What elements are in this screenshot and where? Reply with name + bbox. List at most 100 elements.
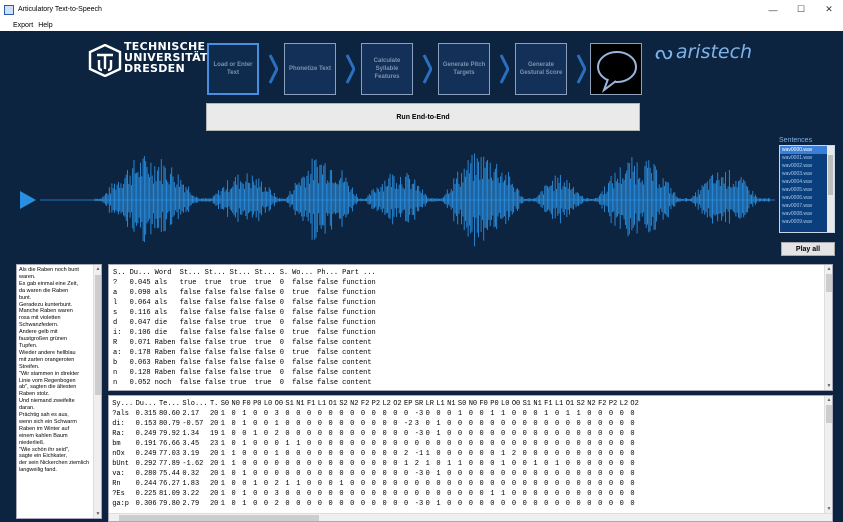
- table-row[interactable]: a: 0.178 Raben false false false false 0 true fal…: [111, 348, 378, 358]
- column-header[interactable]: St...: [203, 268, 228, 278]
- column-header[interactable]: N1: [446, 399, 457, 409]
- minimize-button[interactable]: —: [759, 0, 787, 19]
- phonetize-text-button[interactable]: Phonetize Text: [284, 43, 336, 95]
- table-row[interactable]: di: 0.153 80.79 -0.57 20 1 0 1 0 0 1 0 0 0 0 0 0 0 0 0 0 0 -2 3…: [111, 419, 640, 429]
- column-header[interactable]: St...: [228, 268, 253, 278]
- table-row[interactable]: Rn 0.244 76.27 1.83 20 1 0 0 1 0 2 1 1 0 0 0 1 0 0 0 0 0 0 0 0 0 0…: [111, 479, 640, 489]
- sentence-item[interactable]: wav0009.wav: [780, 218, 834, 226]
- close-button[interactable]: ✕: [815, 0, 843, 19]
- syllables-hscrollbar[interactable]: [109, 513, 832, 521]
- sentence-item[interactable]: wav0002.wav: [780, 162, 834, 170]
- table-row[interactable]: s 0.116 als false false false false 0 false false…: [111, 308, 378, 318]
- play-all-button[interactable]: Play all: [781, 242, 835, 256]
- table-row[interactable]: nOx 0.249 77.03 3.19 20 1 1 0 0 0 1 0 0 0 0 0 0 0 0 0 0 0 2 -1 1…: [111, 449, 640, 459]
- column-header[interactable]: Du...: [128, 268, 153, 278]
- table-row[interactable]: ?Es 0.225 81.09 3.22 20 1 0 1 0 0 3 0 0 0 0 0 0 0 0 0 0 0 0 0 0 0…: [111, 489, 640, 499]
- sentence-item[interactable]: wav0005.wav: [780, 186, 834, 194]
- column-header[interactable]: Word: [153, 268, 178, 278]
- column-header[interactable]: LR: [424, 399, 435, 409]
- scroll-down-icon[interactable]: ▼: [825, 505, 832, 513]
- column-header[interactable]: F2: [360, 399, 371, 409]
- column-header[interactable]: S1: [521, 399, 532, 409]
- table-row[interactable]: d 0.047 die false false true true 0 false false fu…: [111, 318, 378, 328]
- column-header[interactable]: F1: [306, 399, 317, 409]
- sentence-item[interactable]: wav0003.wav: [780, 170, 834, 178]
- column-header[interactable]: N1: [532, 399, 543, 409]
- column-header[interactable]: S0: [457, 399, 468, 409]
- column-header[interactable]: P0: [252, 399, 263, 409]
- scroll-up-icon[interactable]: ▲: [825, 396, 832, 404]
- column-header[interactable]: L1: [317, 399, 328, 409]
- column-header[interactable]: P2: [608, 399, 619, 409]
- synthesize-speech-button[interactable]: [590, 43, 642, 95]
- table-row[interactable]: ?als 0.315 80.60 2.17 20 1 0 1 0 0 3 0 0 0 0 0 0 0 0 0 0 0 0 -3…: [111, 409, 640, 419]
- table-row[interactable]: b 0.063 Raben false false false false 0 false fal…: [111, 358, 378, 368]
- table-row[interactable]: bm 0.191 76.66 3.45 23 1 0 1 0 0 0 1 1 0 0 0 0 0 0 0 0 0 0 0 0 0 0…: [111, 439, 640, 449]
- column-header[interactable]: L1: [554, 399, 565, 409]
- table-row[interactable]: Ra: 0.249 79.92 1.34 19 1 0 0 1 0 2 0 0 0 0 0 0 0 0 0 0 0 0 -3 0…: [111, 429, 640, 439]
- column-header[interactable]: N0: [468, 399, 479, 409]
- column-header[interactable]: L2: [618, 399, 629, 409]
- column-header[interactable]: Du...: [134, 399, 157, 409]
- column-header[interactable]: O0: [273, 399, 284, 409]
- column-header[interactable]: S..: [111, 268, 128, 278]
- input-text-panel[interactable]: Als die Raben noch bunt waren. Es gab einm…: [16, 264, 102, 519]
- column-header[interactable]: F0: [478, 399, 489, 409]
- menu-export[interactable]: Export: [13, 22, 33, 29]
- generate-pitch-targets-button[interactable]: Generate Pitch Targets: [438, 43, 490, 95]
- syllables-scrollbar[interactable]: ▲ ▼: [824, 396, 832, 513]
- column-header[interactable]: EP: [403, 399, 414, 409]
- sentence-item[interactable]: wav0000.wav: [780, 146, 834, 154]
- column-header[interactable]: Part ...: [340, 268, 378, 278]
- table-row[interactable]: R 0.071 Raben false false true true 0 false false…: [111, 338, 378, 348]
- column-header[interactable]: N0: [230, 399, 241, 409]
- column-header[interactable]: St...: [178, 268, 203, 278]
- column-header[interactable]: Ph...: [315, 268, 340, 278]
- column-header[interactable]: O2: [629, 399, 640, 409]
- sentence-item[interactable]: wav0006.wav: [780, 194, 834, 202]
- column-header[interactable]: Sy...: [111, 399, 134, 409]
- sentence-item[interactable]: wav0004.wav: [780, 178, 834, 186]
- table-row[interactable]: n 0.052 noch false false true true 0 false false c…: [111, 378, 378, 388]
- sentence-item[interactable]: wav0007.wav: [780, 202, 834, 210]
- menu-help[interactable]: Help: [38, 22, 52, 29]
- column-header[interactable]: S0: [220, 399, 231, 409]
- column-header[interactable]: SR: [414, 399, 425, 409]
- column-header[interactable]: P0: [489, 399, 500, 409]
- column-header[interactable]: F2: [597, 399, 608, 409]
- column-header[interactable]: St...: [253, 268, 278, 278]
- table-row[interactable]: ? 0.045 als true true true true 0 false false func…: [111, 278, 378, 288]
- input-text-body[interactable]: Als die Raben noch bunt waren. Es gab einm…: [19, 267, 93, 474]
- table-row[interactable]: n 0.128 Raben false false false true 0 false fals…: [111, 368, 378, 378]
- column-header[interactable]: O1: [565, 399, 576, 409]
- load-text-button[interactable]: Load or Enter Text: [207, 43, 259, 95]
- table-row[interactable]: ga:p 0.306 79.80 2.79 20 1 0 1 0 0 2 0 0 0 0 0 0 0 0 0 0 0 0 -3…: [111, 499, 640, 509]
- sentences-scrollbar[interactable]: [827, 146, 834, 232]
- column-header[interactable]: F0: [241, 399, 252, 409]
- column-header[interactable]: Te...: [158, 399, 181, 409]
- sentence-item[interactable]: wav0001.wav: [780, 154, 834, 162]
- column-header[interactable]: Wo...: [290, 268, 315, 278]
- column-header[interactable]: L2: [381, 399, 392, 409]
- column-header[interactable]: P2: [370, 399, 381, 409]
- maximize-button[interactable]: ☐: [787, 0, 815, 19]
- scrollbar-thumb[interactable]: [826, 405, 832, 423]
- table-row[interactable]: i: 0.106 die false false false false 0 true false…: [111, 328, 378, 338]
- scrollbar-thumb[interactable]: [826, 274, 832, 292]
- table-row[interactable]: bUnt 0.292 77.89 -1.62 20 1 1 0 0 0 0 0 0 0 0 0 0 0 0 0 0 0 1 2…: [111, 459, 640, 469]
- scrollbar-thumb[interactable]: [95, 275, 101, 395]
- calc-syllable-features-button[interactable]: Calculate Syllable Features: [361, 43, 413, 95]
- column-header[interactable]: N2: [586, 399, 597, 409]
- table-row[interactable]: a 0.090 als false false false false 0 true false f…: [111, 288, 378, 298]
- text-scrollbar[interactable]: ▲ ▼: [93, 265, 101, 518]
- waveform-display[interactable]: [0, 143, 775, 258]
- scrollbar-thumb[interactable]: [119, 515, 319, 521]
- column-header[interactable]: L0: [263, 399, 274, 409]
- column-header[interactable]: S.: [278, 268, 290, 278]
- table-row[interactable]: va: 0.280 75.44 0.32 20 1 0 1 0 0 0 0 0 0 0 0 0 0 0 0 0 0 0 -3 0…: [111, 469, 640, 479]
- column-header[interactable]: F1: [543, 399, 554, 409]
- generate-gestural-score-button[interactable]: Generate Gestural Score: [515, 43, 567, 95]
- scroll-down-icon[interactable]: ▼: [825, 382, 832, 390]
- table-row[interactable]: l 0.064 als false false false false 0 false false…: [111, 298, 378, 308]
- column-header[interactable]: T.: [209, 399, 220, 409]
